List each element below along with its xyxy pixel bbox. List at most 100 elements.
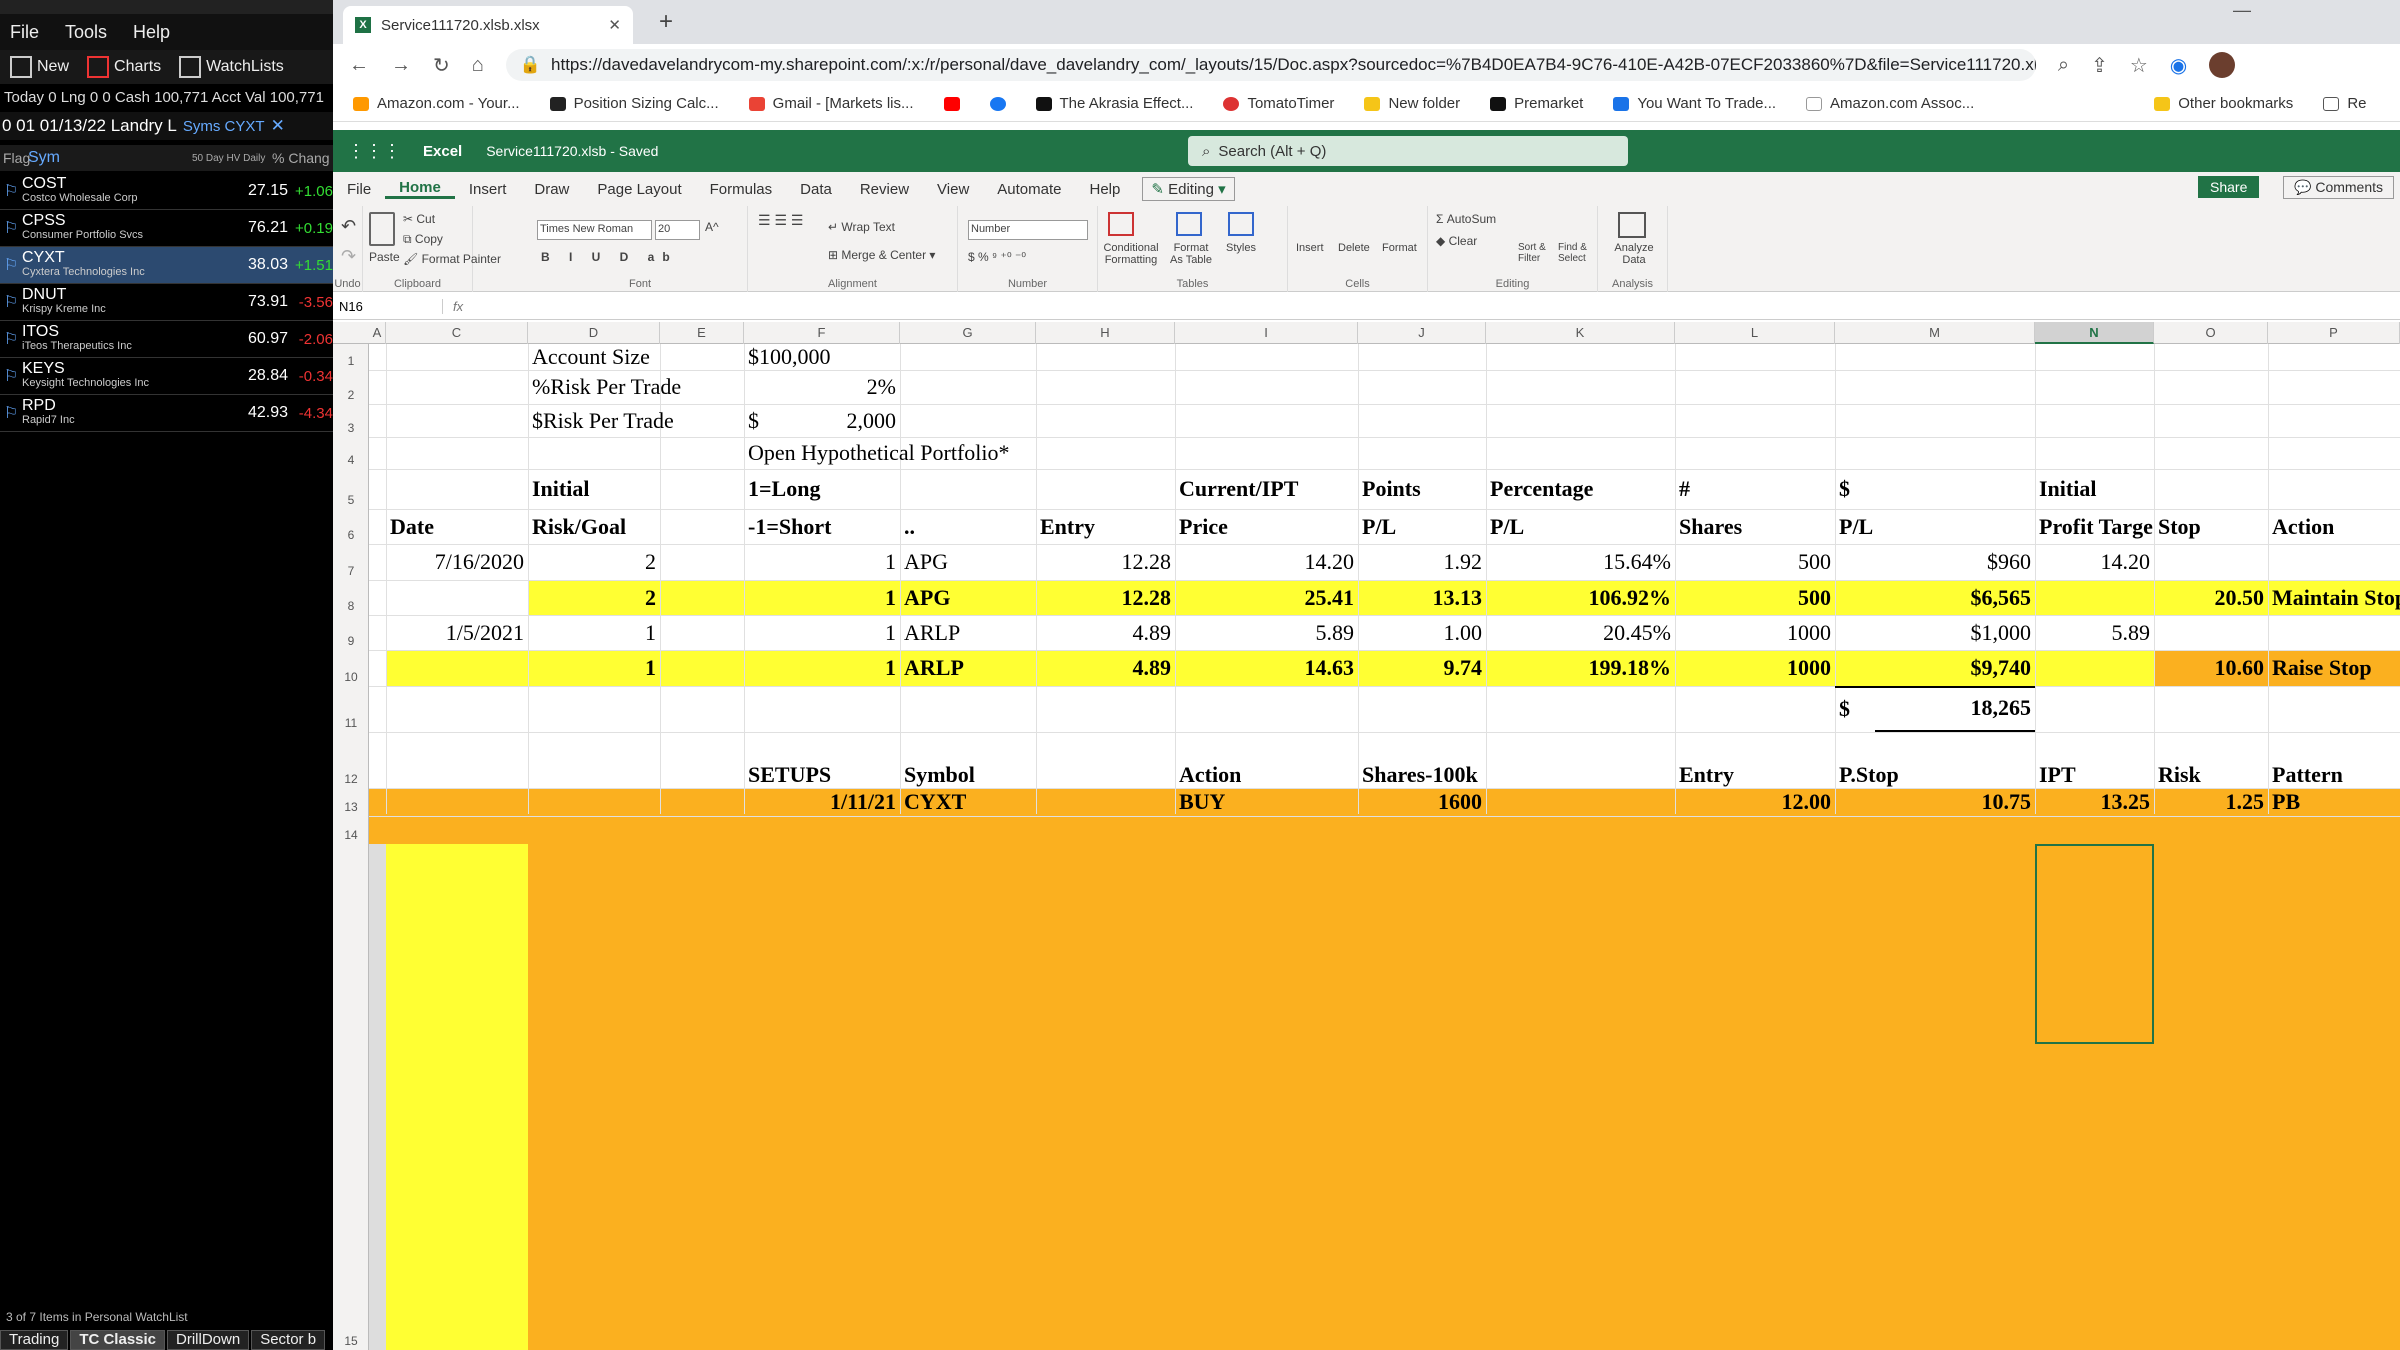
cell-D7[interactable]: 2 [528, 544, 660, 580]
cell-J6[interactable]: P/L [1358, 509, 1486, 544]
cell-K6[interactable]: P/L [1486, 509, 1675, 544]
wrap-text-button[interactable]: ↵ Wrap Text [828, 220, 895, 234]
column-header-G[interactable]: G [900, 322, 1036, 344]
search-icon[interactable]: ⌕ [2058, 54, 2069, 77]
tab-tc-classic[interactable]: TC Classic [70, 1330, 166, 1350]
bookmark-premarket[interactable]: Premarket [1490, 95, 1583, 112]
home-icon[interactable]: ⌂ [472, 54, 484, 77]
cell-G6[interactable]: .. [900, 509, 1036, 544]
column-header-N[interactable]: N [2035, 322, 2154, 344]
cell-I10[interactable]: 14.63 [1175, 650, 1358, 686]
paste-label[interactable]: Paste [369, 250, 400, 264]
cell-C9[interactable]: 1/5/2021 [386, 615, 528, 650]
align-icons[interactable]: ☰ ☰ ☰ [758, 212, 803, 229]
watchlist-tab[interactable]: 0 01 01/13/22 Landry L Syms CYXT ✕ [0, 112, 333, 140]
cell-H9[interactable]: 4.89 [1036, 615, 1175, 650]
cell-M8[interactable]: $6,565 [1835, 580, 2035, 615]
sort-filter-button[interactable]: Sort & Filter [1518, 242, 1558, 264]
cell-J13[interactable]: 1600 [1358, 788, 1486, 816]
cell-M12[interactable]: P.Stop [1835, 732, 2035, 788]
row-header-4[interactable]: 4 [333, 453, 369, 467]
cell-D10[interactable]: 1 [528, 650, 660, 686]
bookmark-gmail[interactable]: Gmail - [Markets lis... [748, 95, 914, 112]
browser-tab[interactable]: X Service111720.xlsb.xlsx ✕ [343, 6, 633, 44]
cell-H10[interactable]: 4.89 [1036, 650, 1175, 686]
url-input[interactable]: 🔒 https://davedavelandrycom-my.sharepoint… [505, 49, 2036, 81]
cell-O8[interactable]: 20.50 [2154, 580, 2268, 615]
watchlist-row[interactable]: ⚐ CPSS Consumer Portfolio Svcs 76.21 +0.19 [0, 210, 333, 247]
grow-font-icon[interactable]: A^ [705, 220, 719, 234]
cell-H6[interactable]: Entry [1036, 509, 1175, 544]
cell-C7[interactable]: 7/16/2020 [386, 544, 528, 580]
cell-D2[interactable]: %Risk Per Trade [528, 370, 744, 404]
font-name-select[interactable]: Times New Roman [537, 220, 652, 240]
selected-cell[interactable] [2035, 844, 2154, 1044]
share-button[interactable]: Share [2198, 176, 2260, 198]
cell-I7[interactable]: 14.20 [1175, 544, 1358, 580]
cell-O10[interactable]: 10.60 [2154, 650, 2268, 686]
column-header-M[interactable]: M [1835, 322, 2035, 344]
cell-L6[interactable]: Shares [1675, 509, 1835, 544]
reload-icon[interactable]: ↻ [433, 53, 450, 78]
column-header-E[interactable]: E [660, 322, 744, 344]
cell-D3[interactable]: $Risk Per Trade [528, 404, 744, 437]
row-header-3[interactable]: 3 [333, 421, 369, 435]
tab-trading[interactable]: Trading [0, 1330, 69, 1350]
number-format-icons[interactable]: $ % ⁹ ⁺⁰ ⁻⁰ [968, 250, 1026, 264]
cell-F8[interactable]: 1 [744, 580, 900, 615]
cell-F2[interactable]: 2% [744, 370, 900, 404]
cell-D8[interactable]: 2 [528, 580, 660, 615]
flag-icon[interactable]: ⚐ [0, 329, 22, 349]
bookmark-other[interactable]: Other bookmarks [2154, 95, 2293, 112]
cell-J5[interactable]: Points [1358, 469, 1486, 509]
cell-F10[interactable]: 1 [744, 650, 900, 686]
cell-M11[interactable]: $ [1835, 686, 1875, 732]
cell-F5[interactable]: 1=Long [744, 469, 900, 509]
bold-italic-underline-icons[interactable]: B I U D ab [541, 250, 678, 264]
cell-O13[interactable]: 1.25 [2154, 788, 2268, 816]
cell-I12[interactable]: Action [1175, 732, 1358, 788]
row-header-9[interactable]: 9 [333, 634, 369, 648]
autosum-button[interactable]: Σ AutoSum [1436, 212, 1496, 226]
bookmark-youtube[interactable] [943, 96, 960, 111]
watchlist-row[interactable]: ⚐ ITOS iTeos Therapeutics Inc 60.97 -2.06 [0, 321, 333, 358]
bookmark-reading-list[interactable]: Re [2323, 95, 2367, 112]
cell-O6[interactable]: Stop [2154, 509, 2268, 544]
excel-app-name[interactable]: Excel [423, 143, 462, 160]
font-size-select[interactable]: 20 [655, 220, 700, 240]
cell-K10[interactable]: 199.18% [1486, 650, 1675, 686]
cell-N5[interactable]: Initial [2035, 469, 2154, 509]
flag-icon[interactable]: ⚐ [0, 218, 22, 238]
cell-J12[interactable]: Shares-100k [1358, 732, 1486, 788]
flag-icon[interactable]: ⚐ [0, 181, 22, 201]
menu-home[interactable]: Home [385, 179, 455, 199]
cell-I5[interactable]: Current/IPT [1175, 469, 1358, 509]
column-header-O[interactable]: O [2154, 322, 2268, 344]
cell-K5[interactable]: Percentage [1486, 469, 1675, 509]
column-header-P[interactable]: P [2268, 322, 2400, 344]
cell-P13[interactable]: PB [2268, 788, 2400, 816]
bookmark-new-folder[interactable]: New folder [1364, 95, 1460, 112]
cell-L9[interactable]: 1000 [1675, 615, 1835, 650]
menu-data[interactable]: Data [786, 181, 846, 198]
watchlist-syms[interactable]: Syms CYXT [183, 118, 265, 135]
row-header-14[interactable]: 14 [333, 828, 369, 842]
column-header-F[interactable]: F [744, 322, 900, 344]
col-sym[interactable]: Sym [28, 149, 192, 167]
cell-I6[interactable]: Price [1175, 509, 1358, 544]
cell-G8[interactable]: APG [900, 580, 1036, 615]
format-table-label[interactable]: Format As Table [1166, 242, 1216, 266]
column-header-I[interactable]: I [1175, 322, 1358, 344]
analyze-data-icon[interactable] [1618, 212, 1646, 238]
cell-M5[interactable]: $ [1835, 469, 2035, 509]
cell-K9[interactable]: 20.45% [1486, 615, 1675, 650]
cell-F13[interactable]: 1/11/21 [744, 788, 900, 816]
conditional-formatting-icon[interactable] [1108, 212, 1134, 236]
row-header-15[interactable]: 15 [333, 1334, 369, 1348]
cell-H7[interactable]: 12.28 [1036, 544, 1175, 580]
cell-P12[interactable]: Pattern [2268, 732, 2400, 788]
cell-G9[interactable]: ARLP [900, 615, 1036, 650]
cell-F3[interactable]: 2,000 [784, 404, 900, 437]
cell-F6[interactable]: -1=Short [744, 509, 900, 544]
column-header-L[interactable]: L [1675, 322, 1835, 344]
